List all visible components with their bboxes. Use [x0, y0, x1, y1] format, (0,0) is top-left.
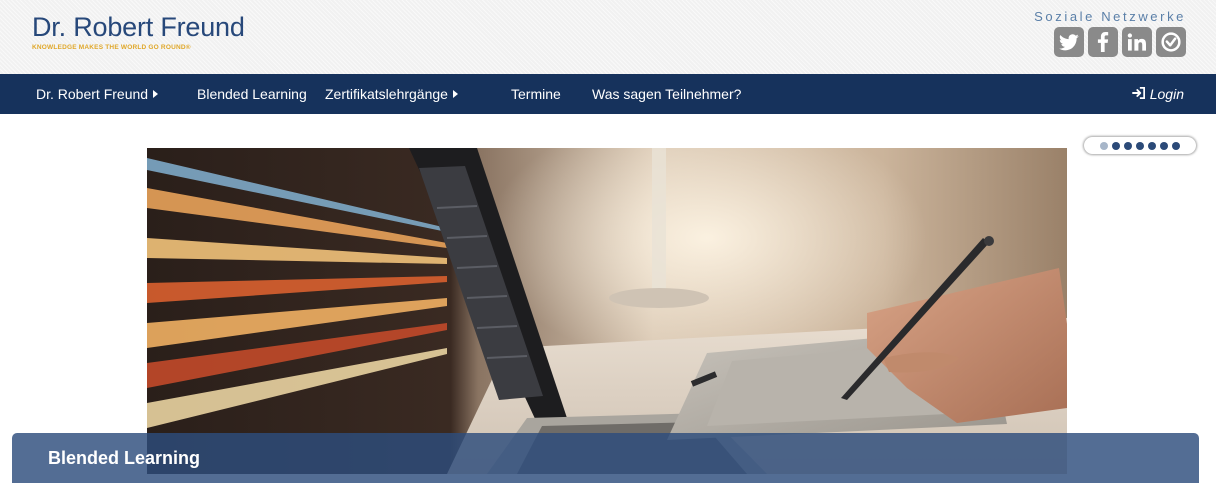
- nav-item-blended-learning[interactable]: Blended Learning: [197, 74, 307, 114]
- nav-item-label: Termine: [511, 86, 561, 102]
- site-logo[interactable]: Dr. Robert Freund KNOWLEDGE MAKES THE WO…: [32, 12, 245, 52]
- slider-dot[interactable]: [1160, 141, 1168, 150]
- nav-item-label: Blended Learning: [197, 86, 307, 102]
- slider-image: [147, 148, 1067, 474]
- main-navigation: Dr. Robert Freund Blended Learning Zerti…: [0, 74, 1216, 114]
- nav-item-termine[interactable]: Termine: [511, 74, 561, 114]
- slider-pagination: [1084, 137, 1196, 154]
- caret-right-icon: [153, 90, 159, 99]
- slide-caption-title: Blended Learning: [48, 448, 201, 468]
- login-label: Login: [1149, 86, 1184, 102]
- linkedin-icon[interactable]: [1122, 27, 1152, 57]
- nav-item-label: Dr. Robert Freund: [36, 86, 149, 102]
- nav-item-zertifikatslehrgaenge[interactable]: Zertifikatslehrgänge: [325, 74, 458, 114]
- xing-icon[interactable]: [1156, 27, 1186, 57]
- facebook-icon[interactable]: [1088, 27, 1118, 57]
- sign-in-icon: [1131, 74, 1146, 114]
- slider-dot[interactable]: [1124, 141, 1132, 150]
- nav-item-label: Zertifikatslehrgänge: [325, 86, 448, 102]
- social-networks-title: Soziale Netzwerke: [1034, 9, 1186, 24]
- social-networks: Soziale Netzwerke: [1034, 9, 1186, 57]
- social-icons-row: [1034, 27, 1186, 57]
- logo-name: Dr. Robert Freund: [32, 12, 245, 42]
- nav-item-label: Was sagen Teilnehmer?: [592, 86, 742, 102]
- slide-caption-bar: Blended Learning: [12, 433, 1199, 483]
- logo-tagline: KNOWLEDGE MAKES THE WORLD GO ROUND®: [32, 44, 191, 51]
- login-link[interactable]: Login: [1131, 74, 1184, 114]
- slider-dot[interactable]: [1172, 141, 1180, 150]
- nav-item-dr-robert-freund[interactable]: Dr. Robert Freund: [36, 74, 159, 114]
- site-header: Dr. Robert Freund KNOWLEDGE MAKES THE WO…: [0, 0, 1216, 74]
- page: Dr. Robert Freund KNOWLEDGE MAKES THE WO…: [0, 0, 1216, 483]
- laptop-tablet-photo: [147, 148, 1067, 474]
- nav-item-was-sagen-teilnehmer[interactable]: Was sagen Teilnehmer?: [592, 74, 741, 114]
- slider-dot[interactable]: [1136, 141, 1144, 150]
- twitter-icon[interactable]: [1054, 27, 1084, 57]
- slider-dot[interactable]: [1148, 141, 1156, 150]
- slider-dot[interactable]: [1112, 141, 1120, 150]
- caret-right-icon: [452, 90, 458, 99]
- slider-dot[interactable]: [1100, 141, 1108, 150]
